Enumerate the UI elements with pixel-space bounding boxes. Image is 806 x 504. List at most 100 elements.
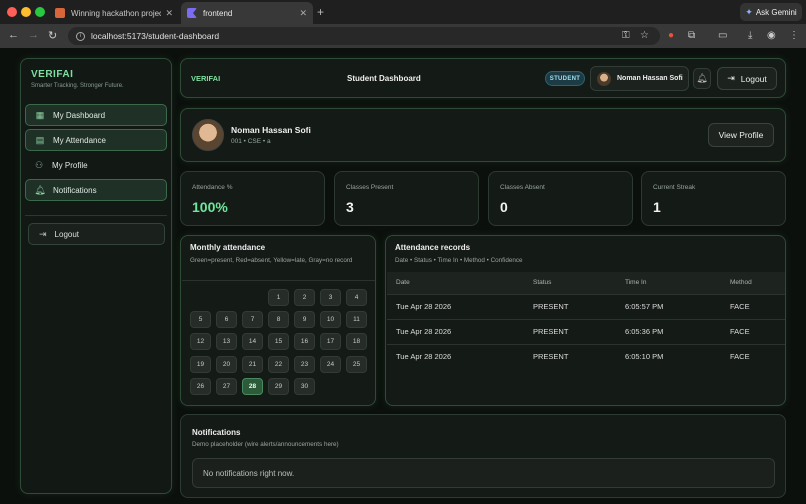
- address-bar[interactable]: i localhost:5173/student-dashboard: [68, 27, 660, 45]
- calendar-day[interactable]: 18: [346, 333, 367, 350]
- window-minimize-button[interactable]: [21, 7, 31, 17]
- sidebar-logout-button[interactable]: ⇥ Logout: [28, 223, 165, 245]
- browser-toolbar: ← → ↻ i localhost:5173/student-dashboard…: [0, 24, 806, 48]
- cell-date: Tue Apr 28 2026: [396, 352, 452, 361]
- notifications-subtitle: Demo placeholder (wire alerts/announceme…: [192, 441, 339, 448]
- calendar-day[interactable]: 29: [268, 378, 289, 395]
- calendar-day[interactable]: 26: [190, 378, 211, 395]
- calendar-day[interactable]: 10: [320, 311, 341, 328]
- calendar-day[interactable]: 12: [190, 333, 211, 350]
- top-bar: VERIFAI Student Dashboard STUDENT Noman …: [180, 58, 786, 98]
- gemini-sparkle-icon: ✦: [745, 6, 753, 17]
- stat-card-classes-absent: Classes Absent 0: [488, 171, 633, 226]
- key-icon[interactable]: ⚿: [622, 30, 630, 41]
- reload-icon[interactable]: ↻: [48, 29, 57, 42]
- sidebar: VERIFAI Smarter Tracking. Stronger Futur…: [20, 58, 172, 494]
- attendance-records-card: Attendance records Date • Status • Time …: [385, 235, 786, 406]
- calendar-day[interactable]: 21: [242, 356, 263, 373]
- vite-favicon-icon: [187, 8, 197, 18]
- site-info-icon[interactable]: i: [76, 31, 85, 41]
- calendar-day[interactable]: 22: [268, 356, 289, 373]
- calendar-day[interactable]: 15: [268, 333, 289, 350]
- bookmark-star-icon[interactable]: ☆: [640, 30, 649, 41]
- ask-gemini-button[interactable]: ✦ Ask Gemini: [740, 3, 802, 21]
- calendar-day[interactable]: 11: [346, 311, 367, 328]
- sidebar-divider: [25, 215, 167, 216]
- calendar-day[interactable]: 14: [242, 333, 263, 350]
- calendar-divider: [182, 280, 375, 281]
- window-close-button[interactable]: [7, 7, 17, 17]
- stat-card-classes-present: Classes Present 3: [334, 171, 479, 226]
- calendar-day[interactable]: 30: [294, 378, 315, 395]
- role-badge: STUDENT: [545, 71, 585, 86]
- topbar-brand: VERIFAI: [191, 74, 221, 83]
- sidebar-item-my-dashboard[interactable]: ▦ My Dashboard: [25, 104, 167, 126]
- cell-date: Tue Apr 28 2026: [396, 327, 452, 336]
- window-maximize-button[interactable]: [35, 7, 45, 17]
- cell-time-in: 6:05:57 PM: [625, 302, 664, 311]
- calendar-day[interactable]: 17: [320, 333, 341, 350]
- sidebar-item-label: Notifications: [53, 185, 97, 195]
- logout-label: Logout: [740, 73, 767, 84]
- notifications-card: Notifications Demo placeholder (wire ale…: [180, 414, 786, 498]
- notifications-button[interactable]: 🔔︎: [693, 68, 711, 89]
- download-icon[interactable]: ⤓: [748, 30, 752, 41]
- calendar-day[interactable]: 23: [294, 356, 315, 373]
- calendar-day[interactable]: 7: [242, 311, 263, 328]
- browser-tab-bar: Winning hackathon project st ✕ frontend …: [0, 0, 806, 24]
- notifications-title: Notifications: [192, 428, 241, 437]
- page-title: Student Dashboard: [347, 74, 421, 83]
- browser-tab-frontend[interactable]: frontend ✕: [181, 2, 313, 24]
- calendar-day[interactable]: 8: [268, 311, 289, 328]
- calendar-day[interactable]: 6: [216, 311, 237, 328]
- calendar-day[interactable]: 4: [346, 289, 367, 306]
- calendar-day[interactable]: 9: [294, 311, 315, 328]
- calendar-day[interactable]: 16: [294, 333, 315, 350]
- calendar-day[interactable]: 3: [320, 289, 341, 306]
- profile-card: Noman Hassan Sofi 001 • CSE • a View Pro…: [180, 108, 786, 162]
- user-chip[interactable]: Noman Hassan Sofi: [590, 66, 689, 91]
- column-header-time-in: Time In: [625, 279, 647, 286]
- calendar-legend: Green=present, Red=absent, Yellow=late, …: [190, 257, 353, 264]
- cell-status: PRESENT: [533, 327, 569, 336]
- back-arrow-icon[interactable]: ←: [8, 29, 19, 41]
- sidebar-item-my-attendance[interactable]: ▤ My Attendance: [25, 129, 167, 151]
- calendar-day[interactable]: 5: [190, 311, 211, 328]
- calendar-day[interactable]: 2: [294, 289, 315, 306]
- sidebar-tagline: Smarter Tracking. Stronger Future.: [31, 83, 124, 89]
- url-text: localhost:5173/student-dashboard: [91, 31, 220, 41]
- new-tab-button[interactable]: +: [317, 5, 324, 19]
- forward-arrow-icon[interactable]: →: [28, 29, 39, 41]
- tab-close-icon[interactable]: ✕: [165, 8, 173, 19]
- cast-icon[interactable]: ▭: [718, 30, 727, 41]
- column-header-date: Date: [396, 279, 410, 286]
- view-profile-button[interactable]: View Profile: [708, 123, 774, 147]
- sidebar-item-my-profile[interactable]: ⚇ My Profile: [25, 154, 167, 176]
- grid-icon: ▦: [35, 109, 45, 120]
- calendar-day[interactable]: 24: [320, 356, 341, 373]
- calendar-day[interactable]: 28: [242, 378, 263, 395]
- menu-kebab-icon[interactable]: ⋮: [789, 30, 799, 41]
- tab-close-icon[interactable]: ✕: [299, 8, 307, 19]
- calendar-day[interactable]: 13: [216, 333, 237, 350]
- calendar-day[interactable]: 27: [216, 378, 237, 395]
- cell-method: FACE: [730, 352, 750, 361]
- calendar-title: Monthly attendance: [190, 243, 266, 252]
- browser-tab-hackathon[interactable]: Winning hackathon project st ✕: [49, 2, 179, 24]
- profile-avatar-icon[interactable]: ◉: [767, 30, 776, 41]
- cell-status: PRESENT: [533, 302, 569, 311]
- extension-red-icon[interactable]: ●: [668, 30, 674, 41]
- cell-time-in: 6:05:10 PM: [625, 352, 664, 361]
- extensions-puzzle-icon[interactable]: ⧉: [688, 30, 695, 41]
- calendar-day[interactable]: 20: [216, 356, 237, 373]
- sidebar-brand: VERIFAI: [31, 69, 74, 80]
- calendar-day[interactable]: 19: [190, 356, 211, 373]
- calendar-day[interactable]: 25: [346, 356, 367, 373]
- column-header-method: Method: [730, 279, 752, 286]
- table-header: Date Status Time In Method: [387, 272, 785, 294]
- calendar-day[interactable]: 1: [268, 289, 289, 306]
- sidebar-item-label: My Profile: [52, 160, 88, 170]
- sidebar-item-notifications[interactable]: 🔔︎ Notifications: [25, 179, 167, 201]
- stat-label: Classes Present: [346, 184, 394, 191]
- topbar-logout-button[interactable]: ⇥ Logout: [717, 67, 777, 90]
